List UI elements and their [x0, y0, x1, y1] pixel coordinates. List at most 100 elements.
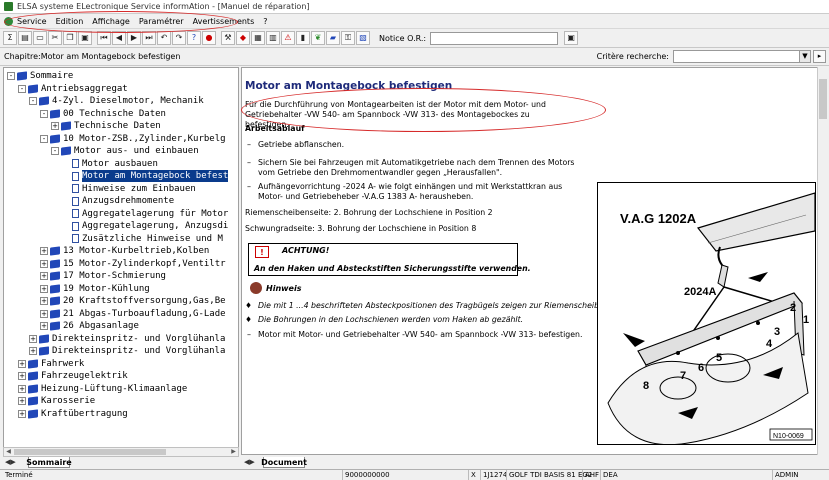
sigma-icon[interactable]: Σ: [3, 31, 17, 45]
tree-item[interactable]: + Kraftübertragung: [18, 408, 128, 420]
tree-item[interactable]: + Direkteinspritz- und Vorglühanla: [29, 345, 225, 357]
tree-item[interactable]: - Motor aus- und einbauen: [51, 145, 199, 157]
collapse-icon[interactable]: -: [51, 147, 59, 155]
collapse-icon[interactable]: -: [40, 109, 48, 118]
tree-item[interactable]: Motor ausbauen: [62, 158, 158, 170]
tree-item[interactable]: + Karosserie: [18, 395, 95, 407]
tree-item[interactable]: - Sommaire: [7, 70, 73, 82]
cut-icon[interactable]: ✂: [48, 31, 62, 45]
document-scroll-thumb[interactable]: [819, 79, 827, 119]
tab-document[interactable]: Document: [261, 457, 307, 468]
tree-item[interactable]: - 10 Motor-ZSB.,Zylinder,Kurbelg: [40, 133, 226, 145]
tree-scroll-thumb[interactable]: [14, 449, 166, 455]
expand-icon[interactable]: +: [40, 297, 48, 305]
expand-icon[interactable]: +: [40, 284, 48, 293]
tree-item[interactable]: +21 Abgas-Turboaufladung,G-Lade: [40, 308, 226, 320]
book-icon: [39, 346, 49, 356]
tab-nav-left-icon[interactable]: ◀▶: [5, 458, 16, 466]
notice-input[interactable]: [430, 31, 559, 45]
prev-page-icon[interactable]: ◀: [112, 31, 126, 45]
collapse-icon[interactable]: -: [18, 84, 26, 93]
scroll-left-icon[interactable]: ◀: [4, 448, 13, 456]
search-go-icon[interactable]: ▸: [813, 50, 826, 63]
document-icon[interactable]: ▭: [33, 31, 47, 45]
menu-service[interactable]: Service: [17, 17, 47, 26]
last-page-icon[interactable]: ⏭: [142, 31, 156, 45]
tree-item[interactable]: + Fahrzeugelektrik: [18, 370, 128, 382]
tree-item[interactable]: Hinweise zum Einbauen: [62, 183, 196, 195]
status-state: Terminé: [5, 471, 33, 479]
warning-icon[interactable]: ⚠: [281, 31, 295, 45]
notice-save-icon[interactable]: ▣: [564, 31, 579, 45]
search-criteria-select[interactable]: ▼: [673, 50, 811, 63]
expand-icon[interactable]: +: [18, 359, 26, 368]
tab-nav-right-icon[interactable]: ◀▶: [244, 458, 255, 466]
expand-icon[interactable]: +: [18, 372, 26, 380]
lock-icon[interactable]: ●: [202, 31, 216, 45]
tree-item[interactable]: - 00 Technische Daten: [40, 108, 166, 120]
info-icon[interactable]: ▥: [266, 31, 280, 45]
tree-item[interactable]: Anzugsdrehmomente: [62, 195, 174, 207]
wrench-icon[interactable]: ◆: [236, 31, 250, 45]
paste-icon[interactable]: ▣: [78, 31, 92, 45]
tree-item[interactable]: + Heizung-Lüftung-Klimaanlage: [18, 383, 187, 395]
menu-help[interactable]: ?: [263, 17, 267, 26]
car-icon[interactable]: ▰: [326, 31, 340, 45]
tree-item[interactable]: Aggregatelagerung für Motor: [62, 208, 228, 220]
help-icon[interactable]: ?: [187, 31, 201, 45]
expand-icon[interactable]: +: [18, 397, 26, 405]
menu-edition[interactable]: Edition: [56, 17, 84, 26]
expand-icon[interactable]: +: [40, 322, 48, 330]
expand-icon[interactable]: +: [40, 272, 48, 280]
tree-item[interactable]: + Technische Daten: [51, 120, 161, 132]
notes-icon[interactable]: ▧: [356, 31, 370, 45]
tree-item[interactable]: +17 Motor-Schmierung: [40, 270, 166, 282]
book-icon: [50, 308, 60, 319]
collapse-icon[interactable]: -: [40, 134, 48, 143]
battery-icon[interactable]: ▮: [296, 31, 310, 45]
menu-avertissements[interactable]: Avertissements: [193, 17, 255, 26]
forward-icon[interactable]: ↷: [172, 31, 186, 45]
expand-icon[interactable]: +: [29, 347, 37, 355]
expand-icon[interactable]: +: [40, 247, 48, 255]
tab-sommaire[interactable]: Sommaire: [26, 457, 72, 468]
expand-icon[interactable]: +: [51, 122, 59, 130]
expand-icon[interactable]: +: [18, 384, 26, 393]
tree-item[interactable]: +20 Kraftstoffversorgung,Gas,Be: [40, 295, 226, 307]
tools-icon[interactable]: ⚒: [221, 31, 235, 45]
tree-item[interactable]: +19 Motor-Kühlung: [40, 283, 150, 295]
tree-item[interactable]: + Fahrwerk: [18, 358, 84, 370]
expand-icon[interactable]: +: [40, 309, 48, 318]
collapse-icon[interactable]: -: [29, 97, 37, 105]
tree-item[interactable]: - Antriebsaggregat: [18, 83, 128, 95]
next-page-icon[interactable]: ▶: [127, 31, 141, 45]
expand-icon[interactable]: +: [29, 334, 37, 343]
tree-item[interactable]: +13 Motor-Kurbeltrieb,Kolben: [40, 245, 209, 257]
menu-parametrer[interactable]: Paramétrer: [139, 17, 184, 26]
app-icon: [4, 2, 13, 11]
tree-item[interactable]: Motor am Montagebock befest: [62, 170, 229, 182]
expand-icon[interactable]: +: [18, 409, 26, 418]
hint-bullet-2-icon: ♦: [245, 315, 252, 324]
key-icon[interactable]: ⚿: [341, 31, 355, 45]
document-vertical-scrollbar[interactable]: [817, 67, 828, 455]
tree-item[interactable]: +26 Abgasanlage: [40, 320, 139, 332]
first-page-icon[interactable]: ⏮: [97, 31, 111, 45]
scroll-right-icon[interactable]: ▶: [229, 448, 238, 456]
collapse-icon[interactable]: -: [7, 72, 15, 80]
tree-item[interactable]: Zusätzliche Hinweise und M: [62, 233, 223, 245]
tree-item[interactable]: + Direkteinspritz- und Vorglühanla: [29, 333, 225, 345]
tree-item[interactable]: Aggregatelagerung, Anzugsdi: [62, 220, 228, 232]
copy-icon[interactable]: ❐: [63, 31, 77, 45]
menu-affichage[interactable]: Affichage: [92, 17, 130, 26]
back-icon[interactable]: ↶: [157, 31, 171, 45]
tree-horizontal-scrollbar[interactable]: ◀ ▶: [3, 447, 239, 457]
expand-icon[interactable]: +: [40, 259, 48, 268]
table-icon[interactable]: ▦: [251, 31, 265, 45]
tree-item[interactable]: +15 Motor-Zylinderkopf,Ventiltr: [40, 258, 226, 270]
tree-item[interactable]: - 4-Zyl. Dieselmotor, Mechanik: [29, 95, 204, 107]
print-icon[interactable]: ▤: [18, 31, 32, 45]
status-code: 9000000000: [342, 470, 390, 480]
leaf-icon[interactable]: ❦: [311, 31, 325, 45]
chevron-down-icon[interactable]: ▼: [799, 51, 810, 62]
